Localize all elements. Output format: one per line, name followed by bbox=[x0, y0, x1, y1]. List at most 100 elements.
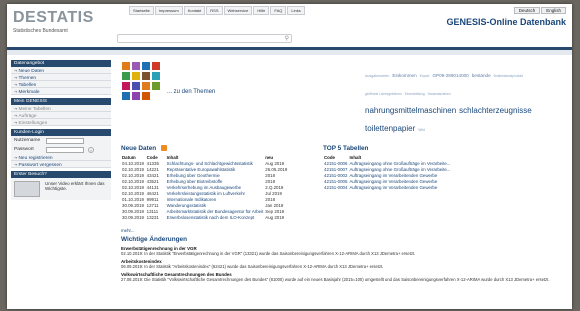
theme-icon[interactable] bbox=[142, 82, 150, 90]
sidebar-item[interactable]: Merkmale bbox=[11, 88, 111, 95]
table-cell[interactable]: 42151-0005 bbox=[323, 178, 348, 184]
tag-cloud-word[interactable]: GP09-289014000 bbox=[432, 73, 468, 78]
tag-cloud-word[interactable]: bestände bbox=[472, 73, 491, 78]
table-cell: 02.10.2019 bbox=[122, 172, 144, 178]
change-item: Arbeitskostenindex 06.09.2019: In der Sta… bbox=[121, 259, 561, 269]
sidebar-item[interactable]: Tabellen bbox=[11, 81, 111, 88]
news-more-link[interactable]: mehr... bbox=[121, 228, 134, 233]
table-cell: 30.09.2019 bbox=[122, 214, 144, 220]
topnav-link[interactable]: Kontakt bbox=[183, 6, 206, 15]
video-thumbnail[interactable] bbox=[14, 181, 40, 197]
tag-cloud-word[interactable]: toilettenpapier bbox=[365, 124, 415, 133]
video-text: Unser Video erklärt Ihnen das Wichtigste… bbox=[45, 181, 105, 191]
news-title: Neue Daten bbox=[121, 145, 157, 152]
tag-cloud-word[interactable]: geöffnete Lizenzgebühren bbox=[365, 92, 402, 97]
sidebar-group-datenangebot: Neue DatenThemenTabellenMerkmale bbox=[11, 67, 111, 95]
table-cell[interactable]: 42151-0006 bbox=[323, 160, 348, 166]
sidebar-item[interactable]: Themen bbox=[11, 74, 111, 81]
login-name-row: Nutzername bbox=[11, 136, 111, 145]
table-cell[interactable]: 42151-0007 bbox=[323, 166, 348, 172]
table-cell[interactable]: Auftragseingang im Verarbeitenden Gewerb… bbox=[348, 178, 451, 184]
table-cell[interactable]: 42151-0004 bbox=[323, 184, 348, 190]
table-cell[interactable]: Auftragseingang im Verarbeitenden Gewerb… bbox=[348, 172, 451, 178]
sidebar-item[interactable]: Einstellungen bbox=[11, 119, 111, 126]
tag-cloud-word[interactable]: Ausgabenarten bbox=[365, 74, 389, 78]
sidebar-item[interactable]: Neue Daten bbox=[11, 67, 111, 74]
sidebar-item[interactable]: Passwort vergessen bbox=[11, 161, 111, 168]
table-cell[interactable]: Arbeitsmarktstatistik der Bundesagentur … bbox=[166, 208, 265, 214]
theme-icon[interactable] bbox=[132, 92, 140, 100]
theme-icon[interactable] bbox=[152, 62, 160, 70]
top5-title: TOP 5 Tabellen bbox=[323, 145, 369, 152]
tag-cloud-word[interactable]: Hausmaschinen bbox=[428, 92, 451, 97]
important-changes: Wichtige Änderungen Erwerbstätigenrechnu… bbox=[121, 236, 561, 282]
sidebar-heading-login: Kunden-Login bbox=[11, 129, 111, 136]
tag-cloud-word[interactable]: Bruttoinlandsprodukt bbox=[494, 74, 523, 79]
table-row: 42151-0004 Auftragseingang im Verarbeiten… bbox=[323, 184, 452, 190]
sidebar-item[interactable]: Aufträge bbox=[11, 112, 111, 119]
theme-icon[interactable] bbox=[132, 62, 140, 70]
login-name-label: Nutzername bbox=[14, 138, 41, 143]
table-cell: 30.09.2019 bbox=[122, 202, 144, 208]
header: DESTATIS Statistisches Bundesamt Startse… bbox=[7, 4, 572, 48]
topnav-link[interactable]: FAQ bbox=[270, 6, 287, 15]
topnav-link[interactable]: RSS bbox=[206, 6, 223, 15]
sidebar-group-mein-genesis: Meine TabellenAufträgeEinstellungen bbox=[11, 105, 111, 126]
sidebar-group-account: Neu registrierenPasswort vergessen bbox=[11, 154, 111, 168]
themes-link[interactable]: ... zu den Themen bbox=[167, 89, 215, 95]
theme-icon[interactable] bbox=[142, 72, 150, 80]
table-cell[interactable]: Erwerbslosenstatistik nach dem ILO-Konze… bbox=[166, 214, 265, 220]
top-navigation: Startseite Impressum Kontakt RSS Webservice H… bbox=[129, 6, 306, 15]
tag-cloud-word[interactable]: schlachterzeugnisse bbox=[459, 106, 531, 115]
theme-icon[interactable] bbox=[122, 82, 130, 90]
table-cell: 13231 bbox=[146, 214, 159, 220]
change-body: 02.10.2019: In der Statistik "Erwerbstät… bbox=[121, 251, 416, 256]
theme-icon[interactable] bbox=[122, 72, 130, 80]
rss-icon[interactable] bbox=[161, 145, 167, 151]
table-cell[interactable]: 42151-0002 bbox=[323, 172, 348, 178]
news-table: Datum Code Inhalt neu 04.10.2019 41335 Schlach… bbox=[121, 154, 288, 220]
tag-cloud-word[interactable]: Einkommen bbox=[392, 73, 416, 78]
login-submit-button[interactable]: › bbox=[88, 146, 94, 153]
sidebar-item[interactable]: Neu registrieren bbox=[11, 154, 111, 161]
change-body: 06.09.2019: In der Statistik "Arbeitskos… bbox=[121, 264, 384, 269]
theme-icon[interactable] bbox=[132, 82, 140, 90]
theme-icon[interactable] bbox=[152, 82, 160, 90]
language-button[interactable]: English bbox=[541, 7, 566, 14]
tag-cloud-word[interactable]: Export bbox=[420, 74, 430, 79]
theme-icon[interactable] bbox=[122, 62, 130, 70]
tag-cloud-word[interactable]: nahrungsmittelmaschinen bbox=[365, 106, 456, 115]
logo-mark: DESTATIS bbox=[13, 9, 94, 26]
logo-subtitle: Statistisches Bundesamt bbox=[13, 28, 68, 34]
topnav-link[interactable]: Links bbox=[287, 6, 305, 15]
theme-icon[interactable] bbox=[152, 72, 160, 80]
topnav-link[interactable]: Startseite bbox=[129, 6, 154, 15]
topnav-link[interactable]: Webservice bbox=[223, 6, 253, 15]
table-cell[interactable]: Auftragseingang ohne Großaufträge im Ver… bbox=[348, 166, 451, 172]
tag-cloud-word[interactable]: Wild bbox=[418, 128, 425, 133]
intro-video[interactable]: Unser Video erklärt Ihnen das Wichtigste… bbox=[11, 178, 111, 200]
theme-icon[interactable] bbox=[132, 72, 140, 80]
login-password-input[interactable] bbox=[46, 146, 84, 153]
sidebar-item[interactable]: Meine Tabellen bbox=[11, 105, 111, 112]
login-name-input[interactable] bbox=[46, 137, 84, 144]
table-cell[interactable]: Auftragseingang im Verarbeitenden Gewerb… bbox=[348, 184, 451, 190]
theme-icon[interactable] bbox=[142, 62, 150, 70]
topnav-link[interactable]: Impressum bbox=[154, 6, 183, 15]
sidebar-heading-mein-genesis: Mein GENESIS bbox=[11, 98, 111, 105]
table-cell: Aug 2019 bbox=[265, 214, 285, 220]
destatis-logo[interactable]: DESTATIS Statistisches Bundesamt bbox=[13, 10, 103, 40]
tag-cloud-word[interactable]: Einzelzählung bbox=[405, 92, 425, 97]
change-item: Erwerbstätigenrechnung in der VGR 02.10.2… bbox=[121, 246, 561, 256]
search-input[interactable]: ⚲ bbox=[117, 34, 292, 43]
language-button[interactable]: Deutsch bbox=[513, 7, 541, 14]
sidebar-heading-first-visit: Erster Besuch? bbox=[11, 171, 111, 178]
table-cell[interactable]: Schlachtungs- und Schlachtgewichtsstatis… bbox=[166, 160, 265, 166]
theme-icon[interactable] bbox=[122, 92, 130, 100]
top5-table: Code Inhalt 42151-0006 Auftragseingang ohne… bbox=[323, 154, 452, 190]
theme-icon[interactable] bbox=[142, 92, 150, 100]
topnav-link[interactable]: Hilfe bbox=[253, 6, 270, 15]
sidebar: Datenangebot Neue DatenThemenTabellenMer… bbox=[11, 59, 111, 200]
table-cell[interactable]: Auftragseingang ohne Großaufträge im Ver… bbox=[348, 160, 451, 166]
search-icon[interactable]: ⚲ bbox=[285, 35, 289, 42]
